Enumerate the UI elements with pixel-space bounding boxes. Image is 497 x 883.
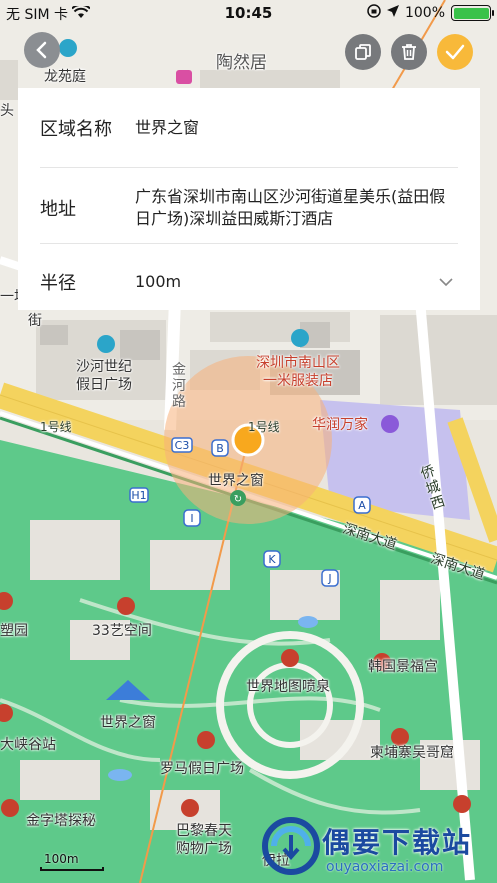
- map-label-paris: 巴黎春天 购物广场: [176, 823, 232, 857]
- address-field[interactable]: 广东省深圳市南山区沙河街道星美乐(益田假日广场)深圳益田威斯汀酒店: [135, 186, 458, 230]
- scale-label: 100m: [44, 852, 79, 866]
- rotation-lock-icon: [367, 4, 381, 22]
- map-label-canyon: 大峡谷站: [0, 737, 56, 753]
- map-label-cambodia: 柬埔寨吴哥窟: [370, 745, 454, 761]
- map-scale-bar: 100m: [36, 852, 104, 872]
- map-label-space33: 33艺空间: [92, 623, 152, 639]
- watermark-title: 偶要下载站: [322, 826, 473, 859]
- status-bar: 无 SIM 卡 10:45 100%: [0, 0, 497, 26]
- region-form: 区域名称 世界之窗 地址 广东省深圳市南山区沙河街道星美乐(益田假日广场)深圳益…: [18, 88, 480, 310]
- radius-row[interactable]: 半径 100m: [40, 262, 458, 302]
- svg-text:J: J: [327, 572, 331, 585]
- copy-icon: [355, 44, 371, 60]
- map-label-longyuanting: 龙苑庭: [44, 69, 86, 85]
- svg-text:↻: ↻: [234, 494, 242, 505]
- battery-fill: [453, 7, 489, 19]
- svg-text:H1: H1: [131, 489, 146, 502]
- confirm-button[interactable]: [437, 34, 473, 70]
- map-label-taoranju: 陶然居: [216, 53, 267, 73]
- map-label-shahe: 沙河世纪 假日广场: [76, 359, 132, 393]
- svg-text:A: A: [358, 499, 366, 512]
- copy-button[interactable]: [345, 34, 381, 70]
- svg-text:K: K: [268, 553, 276, 566]
- chevron-left-icon: [36, 41, 47, 59]
- battery-percent: 100%: [404, 5, 445, 21]
- radius-label: 半径: [40, 273, 76, 294]
- svg-text:C3: C3: [175, 439, 190, 452]
- map-label-window2: 世界之窗: [100, 715, 156, 731]
- scale-line: [40, 867, 104, 871]
- chevron-down-icon[interactable]: [438, 274, 454, 290]
- map-label-fountain: 世界地图喷泉: [246, 679, 330, 695]
- map-label-garden: 塑园: [0, 623, 28, 639]
- map-label-huarun: 华润万家: [312, 417, 368, 433]
- svg-text:I: I: [190, 512, 193, 525]
- status-right: 100%: [367, 4, 494, 22]
- name-field[interactable]: 世界之窗: [135, 117, 458, 139]
- divider: [40, 243, 458, 244]
- battery-icon: [451, 5, 494, 21]
- map-label-roma: 罗马假日广场: [160, 761, 244, 777]
- map-label-jie: 街: [28, 313, 42, 329]
- back-button[interactable]: [24, 32, 60, 68]
- watermark-logo-icon: [262, 817, 320, 875]
- map-label-korea: 韩国景福宫: [368, 659, 438, 675]
- watermark-url: ouyaoxiazai.com: [326, 859, 444, 875]
- name-row[interactable]: 区域名称 世界之窗: [40, 108, 458, 148]
- check-icon: [445, 44, 465, 60]
- name-label: 区域名称: [40, 119, 112, 140]
- address-label: 地址: [40, 199, 76, 220]
- trash-icon: [402, 44, 416, 60]
- map-label-line1b: 1号线: [248, 420, 280, 434]
- delete-button[interactable]: [391, 34, 427, 70]
- address-row[interactable]: 地址 广东省深圳市南山区沙河街道星美乐(益田假日广场)深圳益田威斯汀酒店: [40, 176, 458, 240]
- radius-select[interactable]: 100m: [135, 271, 458, 293]
- svg-text:B: B: [216, 442, 224, 455]
- map-label-line1: 1号线: [40, 420, 72, 434]
- map-label-golden: 金字塔探秘: [26, 813, 96, 829]
- map-label-window-center: 世界之窗: [208, 473, 264, 489]
- watermark: 偶要下载站 ouyaoxiazai.com: [260, 815, 497, 883]
- map-label-nanshan: 深圳市南山区 一米服装店: [256, 355, 340, 389]
- map-label-jinhe: 金 河 路: [172, 362, 186, 410]
- divider: [40, 167, 458, 168]
- map-label-tou: 头: [0, 103, 14, 119]
- location-arrow-icon: [386, 5, 399, 21]
